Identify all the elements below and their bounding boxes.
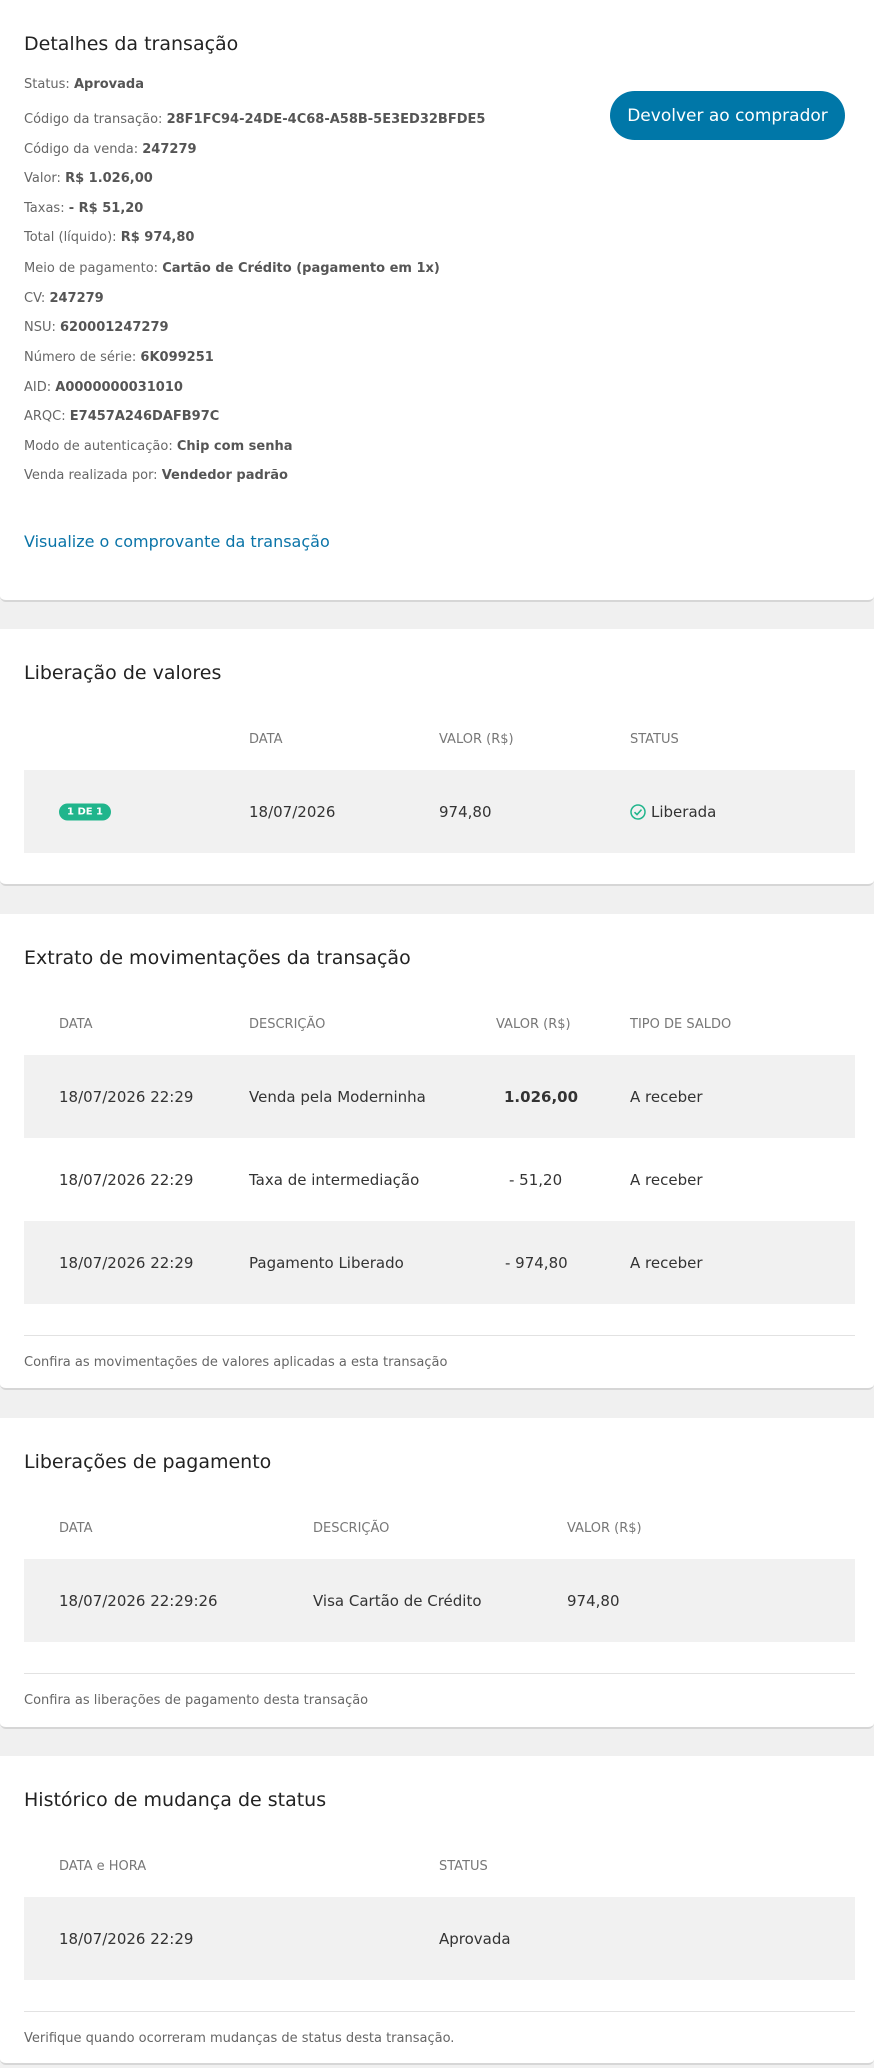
history-footnote: Verifique quando ocorreram mudanças de s… — [24, 2031, 455, 2046]
movement-balance-type: A receber — [630, 1087, 703, 1106]
column-header-date: DATA — [249, 732, 283, 747]
detail-cv: CV: 247279 — [24, 291, 104, 306]
movement-description: Taxa de intermediação — [249, 1170, 420, 1189]
divider — [24, 1673, 855, 1674]
payment-date: 18/07/2026 22:29:26 — [59, 1591, 218, 1610]
table-row: 18/07/2026 22:29 Aprovada — [24, 1897, 855, 1980]
movement-balance-type: A receber — [630, 1170, 703, 1189]
column-header-value: VALOR (R$) — [496, 1017, 571, 1032]
detail-status: Status: Aprovada — [24, 77, 144, 92]
transaction-statement-card: Extrato de movimentações da transação DA… — [0, 914, 874, 1390]
column-header-value: VALOR (R$) — [567, 1521, 642, 1536]
column-header-datetime: DATA e HORA — [59, 1859, 147, 1874]
card-title: Detalhes da transação — [24, 33, 239, 55]
payment-description: Visa Cartão de Crédito — [313, 1591, 482, 1610]
view-receipt-link[interactable]: Visualize o comprovante da transação — [24, 532, 330, 551]
detail-fees: Taxas: - R$ 51,20 — [24, 201, 144, 216]
divider — [24, 2011, 855, 2012]
history-status: Aprovada — [439, 1929, 511, 1948]
detail-net-total: Total (líquido): R$ 974,80 — [24, 230, 195, 245]
payments-footnote: Confira as liberações de pagamento desta… — [24, 1693, 369, 1708]
table-row: 18/07/2026 22:29 Pagamento Liberado - 97… — [24, 1221, 855, 1304]
card-title: Extrato de movimentações da transação — [24, 947, 411, 969]
detail-nsu: NSU: 620001247279 — [24, 320, 169, 335]
column-header-date: DATA — [59, 1521, 93, 1536]
column-header-status: STATUS — [630, 732, 679, 747]
table-row: 18/07/2026 22:29 Taxa de intermediação -… — [24, 1138, 855, 1221]
transaction-details-card: Detalhes da transação Status: Aprovada C… — [0, 0, 874, 602]
refund-buyer-button[interactable]: Devolver ao comprador — [610, 91, 845, 140]
card-title: Liberação de valores — [24, 662, 222, 684]
column-header-status: STATUS — [439, 1859, 488, 1874]
value-release-card: Liberação de valores DATA VALOR (R$) STA… — [0, 629, 874, 886]
table-row: 18/07/2026 22:29 Venda pela Moderninha 1… — [24, 1055, 855, 1138]
movement-description: Pagamento Liberado — [249, 1253, 404, 1272]
payment-releases-card: Liberações de pagamento DATA DESCRIÇÃO V… — [0, 1418, 874, 1729]
release-status-text: Liberada — [651, 802, 717, 821]
column-header-description: DESCRIÇÃO — [313, 1521, 390, 1536]
detail-aid: AID: A0000000031010 — [24, 380, 183, 395]
statement-footnote: Confira as movimentações de valores apli… — [24, 1355, 448, 1370]
status-history-card: Histórico de mudança de status DATA e HO… — [0, 1756, 874, 2065]
movement-balance-type: A receber — [630, 1253, 703, 1272]
detail-sale-code: Código da venda: 247279 — [24, 142, 197, 157]
movement-value: - 974,80 — [505, 1253, 568, 1272]
movement-date: 18/07/2026 22:29 — [59, 1170, 194, 1189]
detail-value: Valor: R$ 1.026,00 — [24, 171, 153, 186]
payment-value: 974,80 — [567, 1591, 620, 1610]
movement-value: - 51,20 — [509, 1170, 563, 1189]
release-value: 974,80 — [439, 802, 492, 821]
column-header-description: DESCRIÇÃO — [249, 1017, 326, 1032]
detail-transaction-code: Código da transação: 28F1FC94-24DE-4C68-… — [24, 112, 486, 127]
column-header-value: VALOR (R$) — [439, 732, 514, 747]
divider — [24, 1335, 855, 1336]
detail-payment-method: Meio de pagamento: Cartão de Crédito (pa… — [24, 261, 440, 276]
release-date: 18/07/2026 — [249, 802, 336, 821]
detail-sold-by: Venda realizada por: Vendedor padrão — [24, 468, 288, 483]
detail-arqc: ARQC: E7457A246DAFB97C — [24, 409, 220, 424]
column-header-date: DATA — [59, 1017, 93, 1032]
installment-badge: 1 DE 1 — [59, 803, 112, 820]
detail-serial-number: Número de série: 6K099251 — [24, 350, 214, 365]
history-datetime: 18/07/2026 22:29 — [59, 1929, 194, 1948]
release-status: Liberada — [630, 803, 716, 821]
card-title: Liberações de pagamento — [24, 1451, 272, 1473]
movement-date: 18/07/2026 22:29 — [59, 1087, 194, 1106]
movement-value: 1.026,00 — [504, 1087, 579, 1106]
table-row: 18/07/2026 22:29:26 Visa Cartão de Crédi… — [24, 1559, 855, 1642]
movement-description: Venda pela Moderninha — [249, 1087, 426, 1106]
table-row: 1 DE 1 18/07/2026 974,80 Liberada — [24, 770, 855, 853]
check-circle-icon — [630, 803, 646, 820]
detail-auth-mode: Modo de autenticação: Chip com senha — [24, 439, 293, 454]
movement-date: 18/07/2026 22:29 — [59, 1253, 194, 1272]
column-header-balance-type: TIPO DE SALDO — [630, 1017, 732, 1032]
card-title: Histórico de mudança de status — [24, 1789, 327, 1811]
